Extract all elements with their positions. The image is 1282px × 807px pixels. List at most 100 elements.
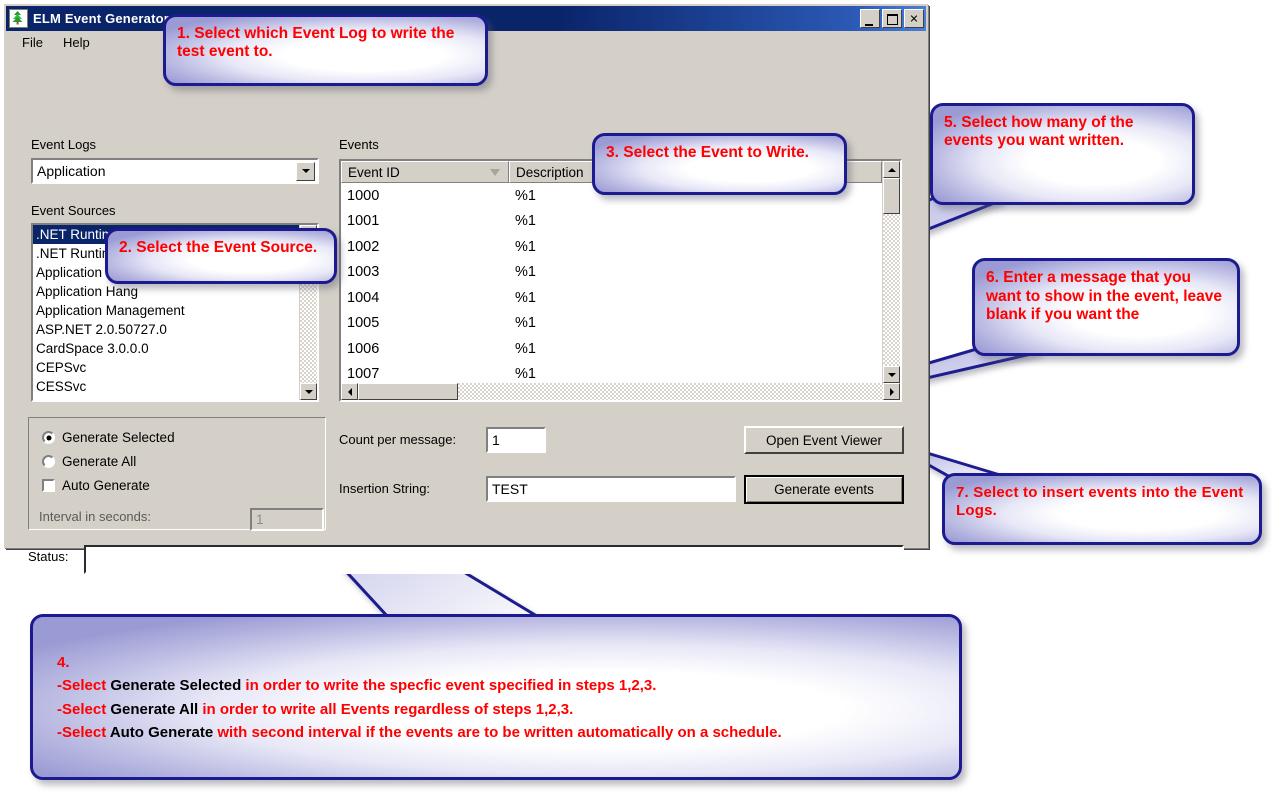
scrollbar-track[interactable]	[458, 383, 883, 400]
cell-description: %1	[515, 366, 536, 383]
callout-step-3: 3. Select the Event to Write.	[592, 133, 847, 195]
events-horizontal-scrollbar[interactable]	[341, 383, 900, 400]
count-input[interactable]: 1	[486, 427, 546, 453]
cell-description: %1	[515, 238, 536, 255]
radio-label: Generate All	[62, 454, 137, 469]
list-item[interactable]: CESSvc	[33, 377, 299, 396]
tree-icon	[9, 9, 28, 28]
line-rest: with second interval if the events are t…	[213, 723, 782, 741]
insertion-string-input[interactable]: TEST	[486, 476, 736, 502]
callout-step-3-text: 3. Select the Event to Write.	[606, 144, 809, 161]
line-rest: in order to write all Events regardless …	[198, 700, 574, 718]
cell-event-id: 1001	[347, 213, 380, 230]
callout-step-1-text: 1. Select which Event Log to write the t…	[177, 25, 455, 61]
cell-event-id: 1004	[347, 289, 380, 306]
event-logs-combobox[interactable]: Application	[31, 158, 319, 184]
cell-event-id: 1000	[347, 187, 380, 204]
callout-step-5: 5. Select how many of the events you wan…	[930, 103, 1195, 205]
scrollbar-thumb[interactable]	[883, 178, 900, 214]
callout-step-1: 1. Select which Event Log to write the t…	[163, 14, 488, 86]
maximize-icon[interactable]	[882, 9, 902, 28]
sort-descending-icon	[490, 169, 500, 176]
event-logs-label: Event Logs	[31, 137, 97, 152]
callout-step-4-line-2: -Select Generate All in order to write a…	[57, 698, 935, 721]
window-client-area: Event Logs Application Event Sources .NE…	[6, 53, 926, 574]
interval-input[interactable]: 1	[250, 508, 324, 531]
callout-step-5-text: 5. Select how many of the events you wan…	[944, 114, 1134, 150]
cell-event-id: 1003	[347, 264, 380, 281]
radio-generate-selected[interactable]: Generate Selected	[42, 430, 175, 445]
checkbox-label: Auto Generate	[62, 478, 150, 493]
line-bold: Generate All	[110, 700, 199, 718]
interval-label: Interval in seconds:	[39, 509, 152, 524]
scrollbar-track[interactable]	[883, 214, 900, 366]
list-item[interactable]: CardSpace 3.0.0.0	[33, 339, 299, 358]
cell-description: %1	[515, 289, 536, 306]
status-label: Status:	[28, 549, 69, 564]
list-item[interactable]: Application Hang	[33, 282, 299, 301]
scroll-left-icon[interactable]	[341, 383, 358, 400]
minimize-icon[interactable]	[860, 9, 880, 28]
menu-item-file[interactable]: File	[12, 33, 53, 52]
line-bold: Auto Generate	[109, 723, 214, 741]
line-prefix: -Select	[57, 723, 110, 741]
radio-label: Generate Selected	[62, 430, 175, 445]
table-row[interactable]: 1001 %1	[341, 209, 882, 235]
list-item[interactable]: ASP.NET 2.0.50727.0	[33, 320, 299, 339]
scroll-right-icon[interactable]	[883, 383, 900, 400]
checkbox-icon[interactable]	[42, 479, 55, 492]
events-label: Events	[339, 137, 379, 152]
table-row[interactable]: 1004 %1	[341, 285, 882, 311]
column-header-event-id[interactable]: Event ID	[341, 161, 509, 183]
column-header-label: Event ID	[348, 164, 400, 180]
callout-step-6-text: 6. Enter a message that you want to show…	[986, 269, 1222, 324]
line-prefix: -Select	[57, 677, 111, 695]
column-header-label: Description	[516, 164, 584, 180]
radio-icon[interactable]	[42, 431, 55, 444]
event-logs-value: Application	[37, 163, 106, 179]
list-item[interactable]: CEPSvc	[33, 358, 299, 377]
radio-generate-all[interactable]: Generate All	[42, 454, 136, 469]
chevron-down-icon[interactable]	[296, 161, 315, 181]
scrollbar-thumb[interactable]	[358, 383, 458, 400]
callout-step-4-number: 4.	[57, 654, 70, 671]
open-event-viewer-button[interactable]: Open Event Viewer	[744, 426, 904, 454]
cell-description: %1	[515, 340, 536, 357]
cell-event-id: 1002	[347, 238, 380, 255]
table-row[interactable]: 1006 %1	[341, 336, 882, 362]
count-label: Count per message:	[339, 432, 457, 447]
callout-step-4-line-1: -Select Generate Selected in order to wr…	[57, 674, 935, 697]
status-field	[84, 545, 904, 574]
scroll-down-icon[interactable]	[300, 383, 317, 400]
line-bold: Generate Selected	[110, 677, 242, 695]
list-item[interactable]: Application Management	[33, 301, 299, 320]
insertion-label: Insertion String:	[339, 481, 431, 496]
callout-step-4: 4. -Select Generate Selected in order to…	[30, 614, 962, 780]
checkbox-auto-generate[interactable]: Auto Generate	[42, 478, 150, 493]
events-rows: 1000 %1 1001 %1 1002 %1 1003 %1 1004 %1 …	[341, 183, 882, 383]
events-listview[interactable]: Event ID Description 1000 %1 1001 %1 100…	[339, 159, 902, 402]
radio-icon[interactable]	[42, 455, 55, 468]
callout-step-7: 7. Select to insert events into the Even…	[942, 473, 1262, 545]
callout-step-2-text: 2. Select the Event Source.	[119, 239, 318, 256]
callout-step-2: 2. Select the Event Source.	[105, 228, 337, 284]
window-controls: ✕	[860, 9, 924, 28]
callout-step-4-line-3: -Select Auto Generate with second interv…	[57, 721, 935, 744]
cell-event-id: 1007	[347, 366, 380, 383]
table-row[interactable]: 1003 %1	[341, 260, 882, 286]
table-row[interactable]: 1005 %1	[341, 311, 882, 337]
line-prefix: -Select	[57, 700, 111, 718]
table-row[interactable]: 1002 %1	[341, 234, 882, 260]
close-icon[interactable]: ✕	[904, 9, 924, 28]
cell-description: %1	[515, 264, 536, 281]
menu-item-help[interactable]: Help	[53, 33, 100, 52]
callout-step-7-text: 7. Select to insert events into the Even…	[956, 484, 1244, 519]
events-vertical-scrollbar[interactable]	[882, 161, 900, 383]
table-row[interactable]: 1007 %1	[341, 362, 882, 384]
scroll-up-icon[interactable]	[883, 161, 900, 178]
scroll-down-icon[interactable]	[883, 366, 900, 383]
generate-events-button[interactable]: Generate events	[744, 475, 904, 504]
line-rest: in order to write the specfic event spec…	[241, 677, 657, 695]
callout-step-4-body: 4. -Select Generate Selected in order to…	[33, 617, 959, 754]
cell-description: %1	[515, 213, 536, 230]
